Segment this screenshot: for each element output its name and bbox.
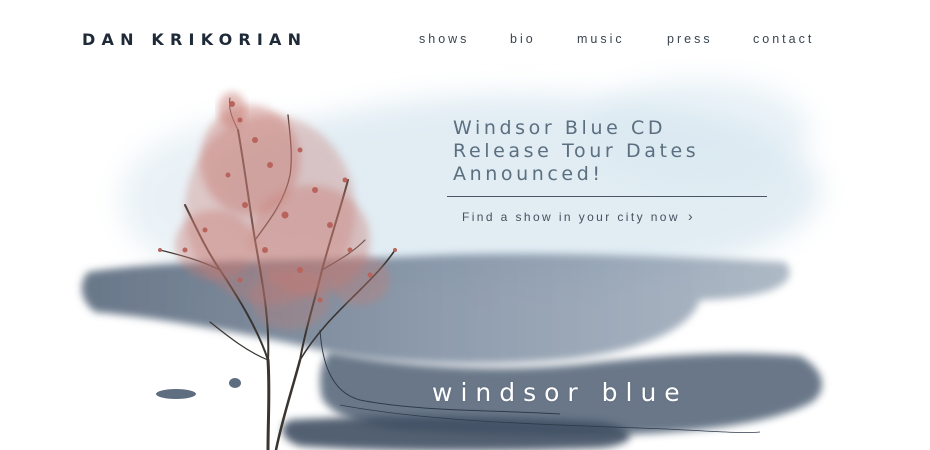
nav-music[interactable]: music [577,32,625,46]
ink-wash [282,416,630,450]
album-title: windsor blue [432,378,688,407]
nav-press[interactable]: press [667,32,713,46]
nav-bio[interactable]: bio [510,32,536,46]
promo-headline: Windsor Blue CD Release Tour Dates Annou… [453,117,783,186]
find-show-link[interactable]: Find a show in your city now › [462,208,693,224]
nav-shows[interactable]: shows [419,32,469,46]
headline-line: Windsor Blue CD [453,117,667,139]
ink-blot [229,378,241,388]
headline-divider [447,196,767,197]
headline-line: Release Tour Dates [453,140,700,162]
find-show-label: Find a show in your city now [462,210,680,224]
nav-contact[interactable]: contact [753,32,814,46]
main-nav: shows bio music press contact [0,32,930,48]
chevron-right-icon: › [687,208,693,224]
headline-line: Announced! [453,163,604,185]
ink-blot [156,389,196,399]
